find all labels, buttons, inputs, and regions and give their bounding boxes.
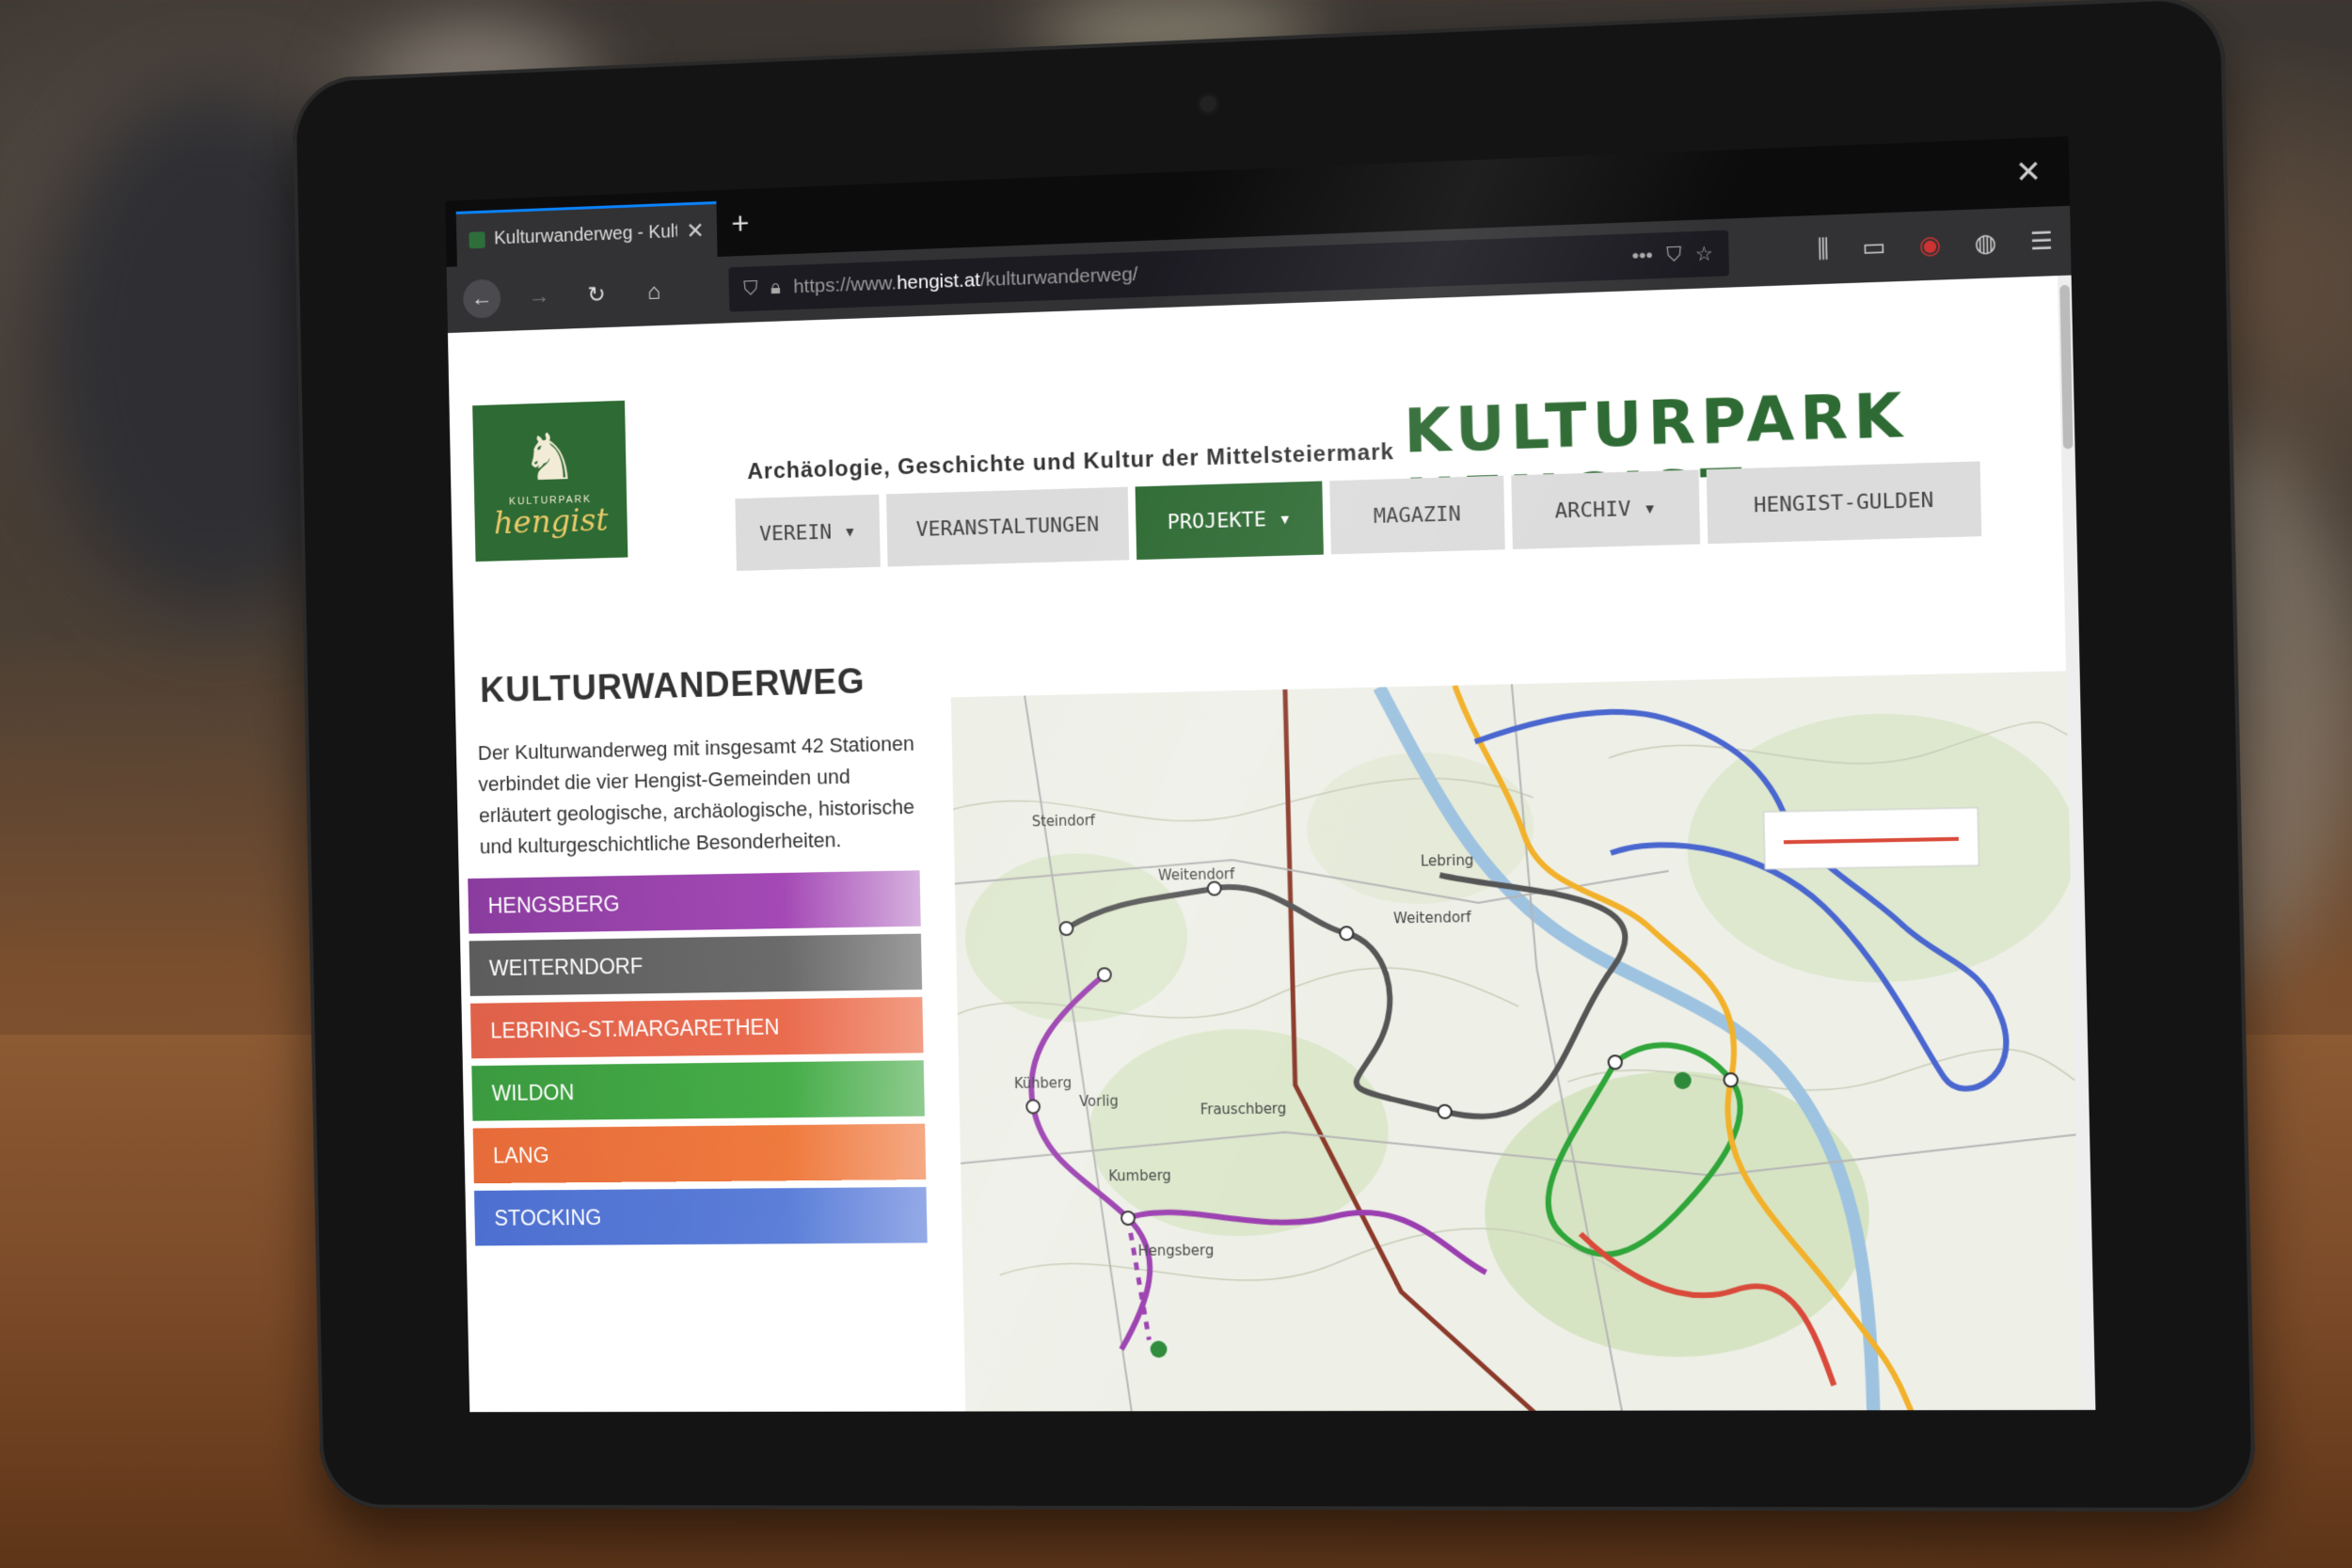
- pocket-icon[interactable]: ⛉: [1666, 244, 1682, 267]
- intro-text: Der Kulturwanderweg mit insgesamt 42 Sta…: [477, 731, 915, 859]
- route-button-stocking[interactable]: STOCKING: [473, 1186, 928, 1246]
- logo-big-text: hengist: [493, 501, 609, 543]
- map-graphic: Steindorf Weitendorf Kühberg Vorlig Heng…: [950, 671, 2090, 1413]
- camera-icon: [1200, 95, 1217, 113]
- route-button-weiterndorf[interactable]: WEITERNDORF: [469, 933, 923, 996]
- more-icon[interactable]: •••: [1631, 245, 1653, 268]
- map-label: Kühberg: [1014, 1075, 1072, 1092]
- nav-item-projekte[interactable]: PROJEKTE ▾: [1135, 481, 1324, 561]
- map-label: Hengsberg: [1137, 1243, 1214, 1259]
- route-button-lebring[interactable]: LEBRING-ST.MARGARETHEN: [469, 996, 924, 1059]
- reader-view-icon[interactable]: ▭: [1862, 232, 1886, 264]
- map-label: Weitendorf: [1158, 866, 1235, 884]
- horse-logo-icon: ♞: [520, 420, 579, 495]
- browser-tab[interactable]: Kulturwanderweg - Kulturpar ✕: [455, 201, 718, 267]
- page-title: KULTURWANDERWEG: [479, 662, 866, 711]
- lock-icon[interactable]: 🔒︎: [771, 277, 781, 299]
- nav-item-archiv[interactable]: ARCHIV ▾: [1511, 469, 1701, 550]
- route-list: HENGSBERG WEITERNDORF LEBRING-ST.MARGARE…: [468, 870, 928, 1253]
- hamburger-menu-icon[interactable]: ☰: [2029, 226, 2053, 258]
- tab-close-icon[interactable]: ✕: [686, 217, 705, 245]
- forward-arrow-icon[interactable]: →: [520, 277, 559, 317]
- tablet-device: Kulturwanderweg - Kulturpar ✕ + ✕ ← → ↻ …: [292, 0, 2257, 1513]
- tab-title: Kulturwanderweg - Kulturpar: [493, 221, 677, 249]
- site-logo[interactable]: ♞ KULTURPARK hengist: [472, 400, 628, 562]
- nav-item-magazin[interactable]: MAGAZIN: [1329, 475, 1505, 555]
- route-button-lang[interactable]: LANG: [472, 1123, 927, 1184]
- map-label: Kumberg: [1108, 1168, 1171, 1185]
- web-page: ♞ KULTURPARK hengist Archäologie, Geschi…: [447, 275, 2096, 1413]
- window-close-button[interactable]: ✕: [2015, 153, 2042, 191]
- library-icon[interactable]: ⫼: [1817, 234, 1829, 265]
- home-icon[interactable]: ⌂: [635, 273, 674, 313]
- route-button-wildon[interactable]: WILDON: [471, 1060, 925, 1121]
- map-label: Vorlig: [1079, 1093, 1119, 1110]
- route-map[interactable]: Steindorf Weitendorf Kühberg Vorlig Heng…: [950, 671, 2090, 1413]
- nav-item-hengist-gulden[interactable]: HENGIST-GULDEN: [1706, 461, 1982, 545]
- route-button-hengsberg[interactable]: HENGSBERG: [468, 870, 921, 934]
- favicon-icon: [469, 230, 485, 248]
- toolbar-icons: ⫼ ▭ ◉ ◍ ☰: [1817, 226, 2053, 265]
- nav-item-veranstaltungen[interactable]: VERANSTALTUNGEN: [886, 486, 1130, 567]
- new-tab-button[interactable]: +: [731, 206, 750, 243]
- map-label: Weitendorf: [1393, 910, 1472, 927]
- shield-icon[interactable]: ⛉: [743, 277, 758, 300]
- map-label: Steindorf: [1032, 813, 1096, 831]
- back-arrow-icon[interactable]: ←: [462, 278, 501, 319]
- star-icon[interactable]: ☆: [1694, 242, 1713, 266]
- tablet-screen: Kulturwanderweg - Kulturpar ✕ + ✕ ← → ↻ …: [445, 135, 2096, 1413]
- addon-icon[interactable]: ◉: [1918, 230, 1941, 261]
- url-text[interactable]: https://www.hengist.at/kulturwanderweg/: [793, 245, 1618, 298]
- site-tagline: Archäologie, Geschichte und Kultur der M…: [747, 438, 1395, 485]
- account-icon[interactable]: ◍: [1974, 228, 1996, 260]
- map-label: Lebring: [1421, 852, 1474, 869]
- map-label: Frauschberg: [1200, 1101, 1287, 1117]
- reload-icon[interactable]: ↻: [577, 275, 615, 315]
- nav-item-verein[interactable]: VEREIN ▾: [735, 494, 881, 571]
